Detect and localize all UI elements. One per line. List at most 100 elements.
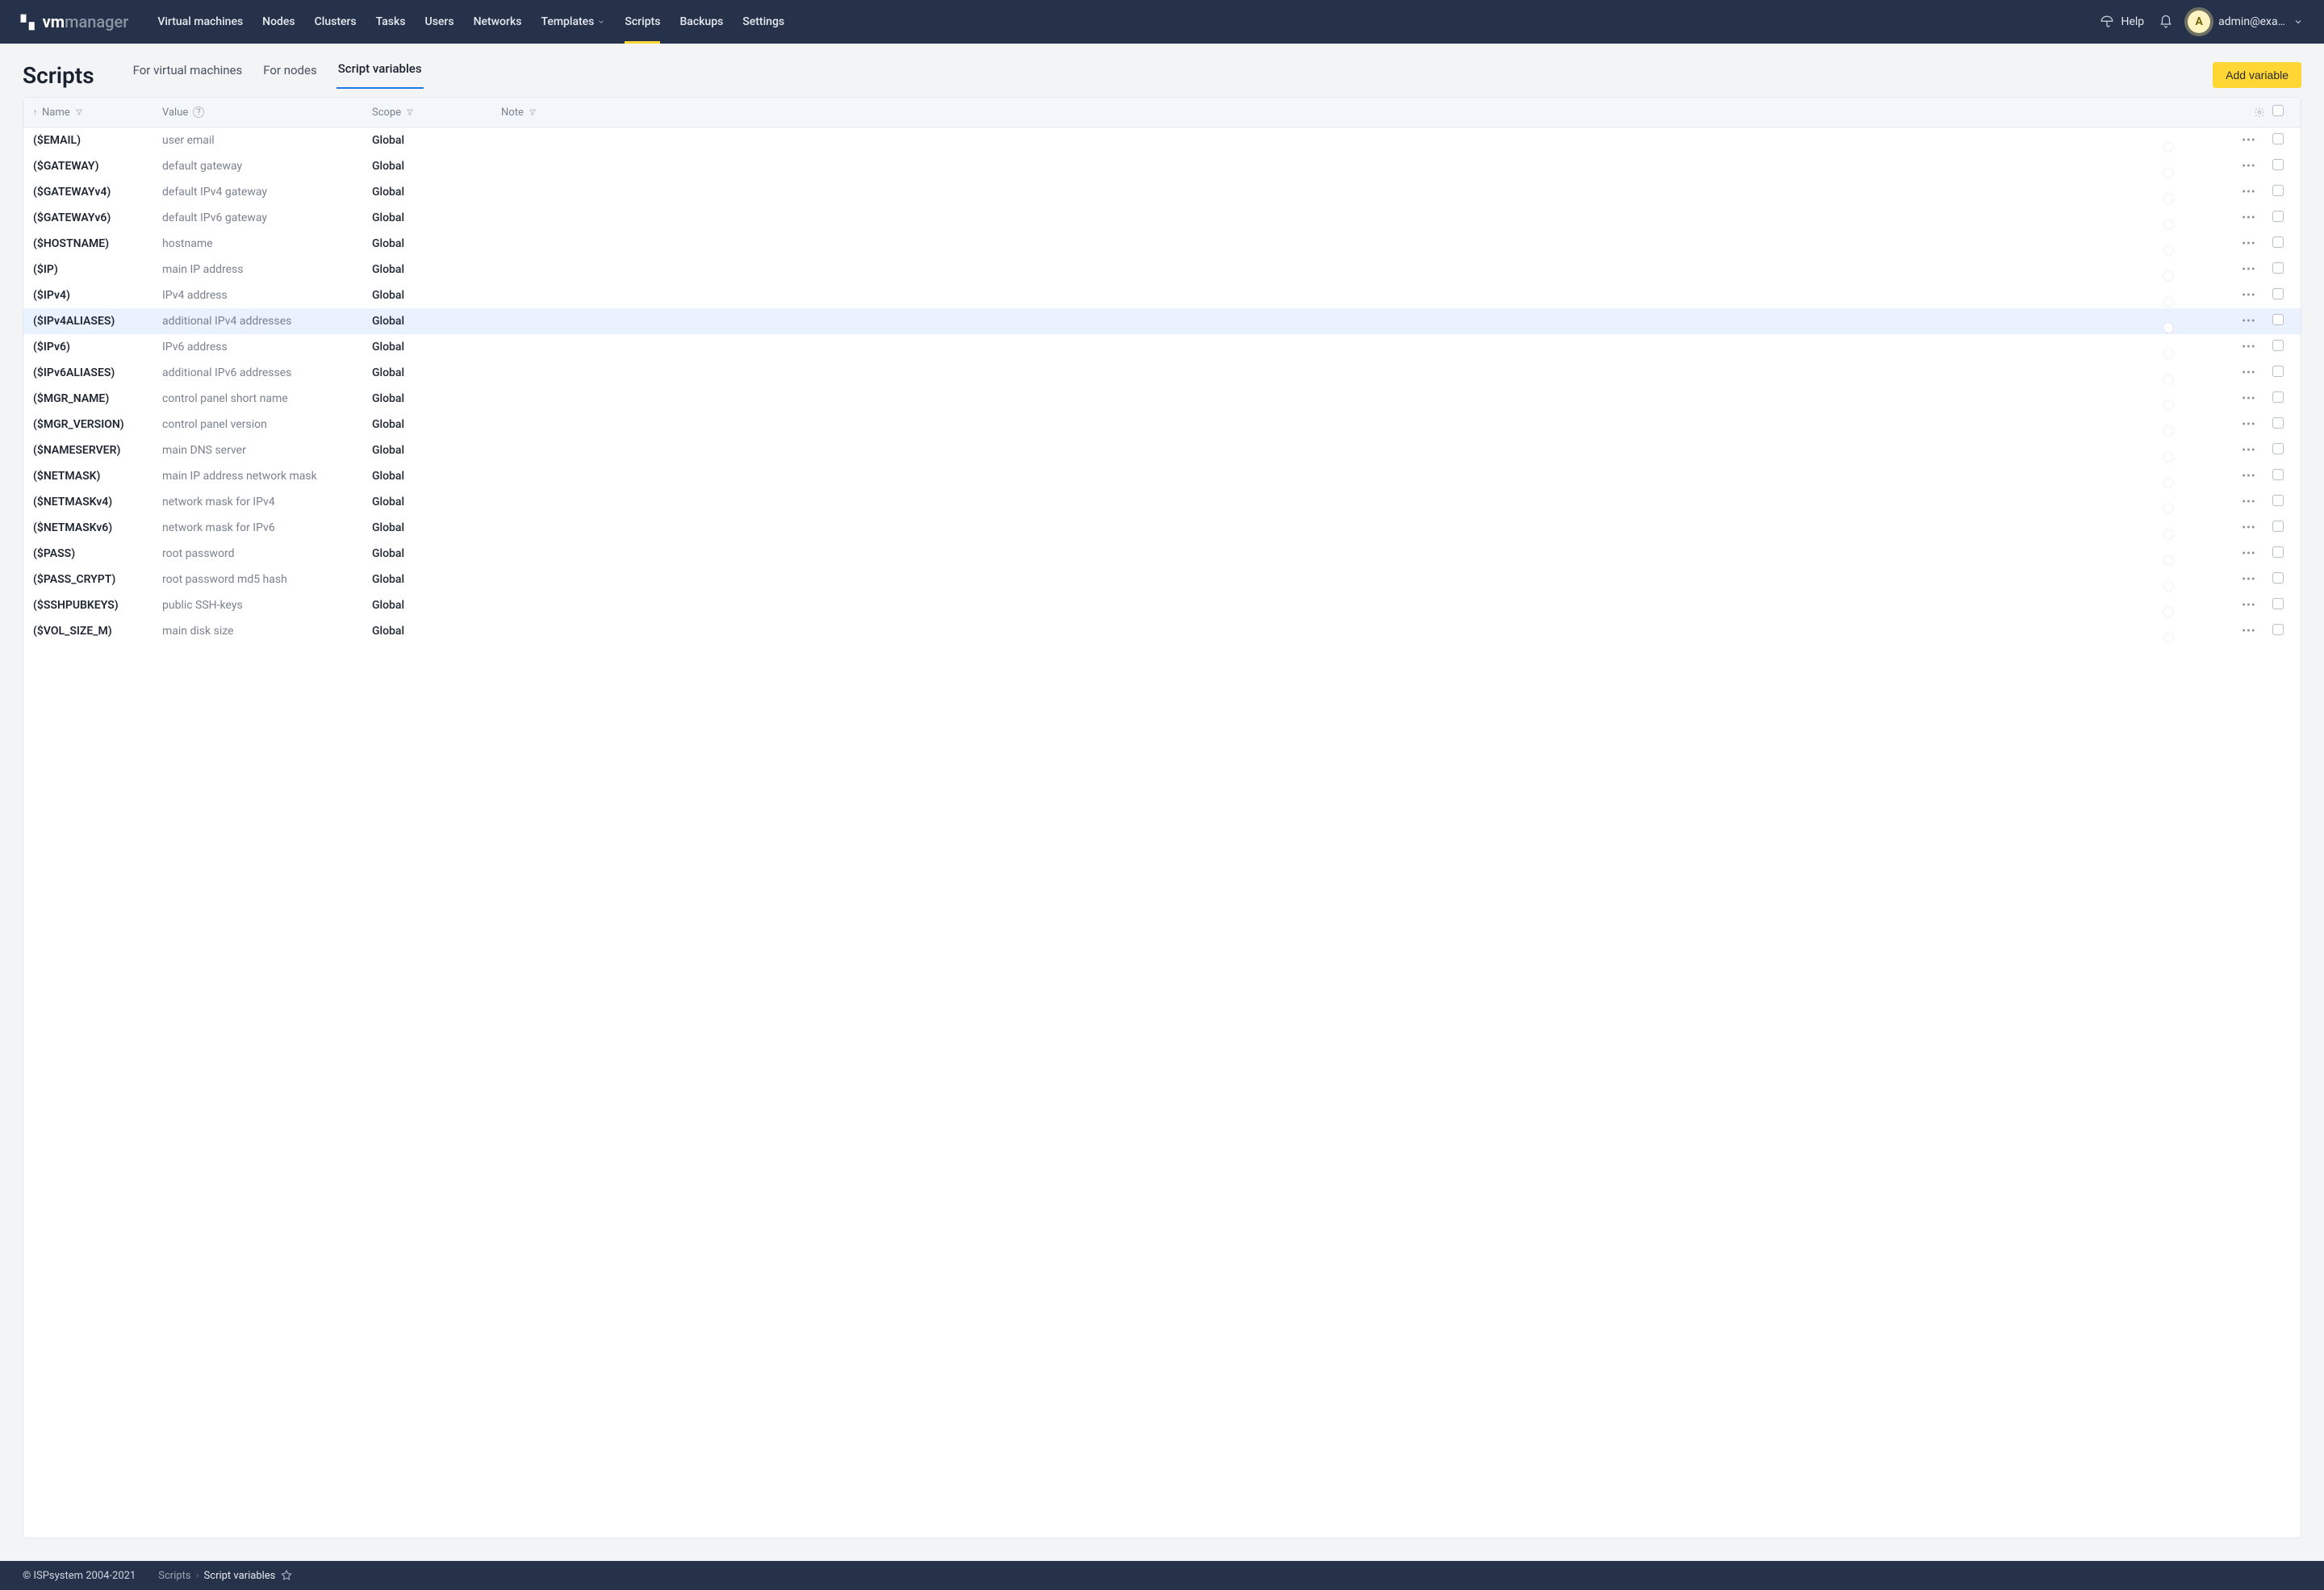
nav-label: Settings xyxy=(742,15,784,28)
row-checkbox[interactable] xyxy=(2272,340,2284,351)
table-row[interactable]: ($VOL_SIZE_M)main disk sizeGlobal••• xyxy=(23,618,2301,644)
tab-script-variables[interactable]: Script variables xyxy=(336,61,424,89)
nav-item-scripts[interactable]: Scripts xyxy=(615,0,670,44)
row-checkbox[interactable] xyxy=(2272,185,2284,196)
row-checkbox[interactable] xyxy=(2272,572,2284,584)
row-actions-button[interactable]: ••• xyxy=(2233,289,2265,302)
nav-item-users[interactable]: Users xyxy=(416,0,464,44)
row-actions-button[interactable]: ••• xyxy=(2233,547,2265,560)
table-row[interactable]: ($NETMASKv4)network mask for IPv4Global•… xyxy=(23,489,2301,515)
table-row[interactable]: ($MGR_NAME)control panel short nameGloba… xyxy=(23,386,2301,412)
row-actions-button[interactable]: ••• xyxy=(2233,599,2265,612)
col-name[interactable]: ↑ Name xyxy=(33,107,162,119)
row-actions-button[interactable]: ••• xyxy=(2233,186,2265,199)
table-settings-button[interactable] xyxy=(2254,107,2265,118)
table-row[interactable]: ($NAMESERVER)main DNS serverGlobal••• xyxy=(23,437,2301,463)
nav-item-settings[interactable]: Settings xyxy=(733,0,794,44)
cell-name: ($NETMASKv6) xyxy=(33,521,162,534)
notifications-button[interactable] xyxy=(2159,15,2173,29)
row-checkbox[interactable] xyxy=(2272,159,2284,170)
row-actions-button[interactable]: ••• xyxy=(2233,341,2265,354)
table-row[interactable]: ($GATEWAYv6)default IPv6 gatewayGlobal••… xyxy=(23,205,2301,231)
tab-for-virtual-machines[interactable]: For virtual machines xyxy=(132,63,245,89)
nav-label: Clusters xyxy=(315,15,357,28)
row-checkbox[interactable] xyxy=(2272,469,2284,480)
cell-name: ($HOSTNAME) xyxy=(33,237,162,250)
favorite-button[interactable] xyxy=(280,1569,293,1582)
row-actions-button[interactable]: ••• xyxy=(2233,573,2265,586)
row-actions-button[interactable]: ••• xyxy=(2233,160,2265,173)
cell-name: ($PASS_CRYPT) xyxy=(33,573,162,586)
cell-value: default IPv4 gateway xyxy=(162,186,372,199)
nav-item-clusters[interactable]: Clusters xyxy=(305,0,366,44)
row-checkbox[interactable] xyxy=(2272,262,2284,274)
row-actions-button[interactable]: ••• xyxy=(2233,366,2265,379)
tab-for-nodes[interactable]: For nodes xyxy=(261,63,319,89)
row-checkbox[interactable] xyxy=(2272,366,2284,377)
add-variable-button[interactable]: Add variable xyxy=(2213,62,2301,88)
row-actions-button[interactable]: ••• xyxy=(2233,263,2265,276)
row-checkbox[interactable] xyxy=(2272,624,2284,635)
table-row[interactable]: ($EMAIL)user emailGlobal••• xyxy=(23,128,2301,153)
row-actions-button[interactable]: ••• xyxy=(2233,444,2265,457)
row-checkbox[interactable] xyxy=(2272,133,2284,144)
user-menu[interactable]: A admin@exa… xyxy=(2188,10,2303,33)
row-checkbox[interactable] xyxy=(2272,521,2284,532)
cell-name: ($GATEWAY) xyxy=(33,160,162,173)
filter-icon[interactable] xyxy=(406,108,414,116)
row-actions-button[interactable]: ••• xyxy=(2233,392,2265,405)
row-checkbox[interactable] xyxy=(2272,598,2284,609)
col-scope[interactable]: Scope xyxy=(372,107,501,119)
nav-item-tasks[interactable]: Tasks xyxy=(366,0,416,44)
row-actions-button[interactable]: ••• xyxy=(2233,211,2265,224)
table-row[interactable]: ($SSHPUBKEYS)public SSH-keysGlobal••• xyxy=(23,592,2301,618)
nav-item-virtual-machines[interactable]: Virtual machines xyxy=(148,0,253,44)
row-checkbox[interactable] xyxy=(2272,443,2284,454)
filter-icon[interactable] xyxy=(75,108,83,116)
row-checkbox[interactable] xyxy=(2272,495,2284,506)
cell-name: ($GATEWAYv6) xyxy=(33,211,162,224)
table-row[interactable]: ($IPv4)IPv4 addressGlobal••• xyxy=(23,282,2301,308)
row-actions-button[interactable]: ••• xyxy=(2233,237,2265,250)
row-checkbox[interactable] xyxy=(2272,314,2284,325)
nav-item-networks[interactable]: Networks xyxy=(464,0,532,44)
row-actions-button[interactable]: ••• xyxy=(2233,496,2265,508)
table-row[interactable]: ($HOSTNAME)hostnameGlobal••• xyxy=(23,231,2301,257)
nav-item-nodes[interactable]: Nodes xyxy=(253,0,304,44)
nav-item-templates[interactable]: Templates xyxy=(531,0,615,44)
table-row[interactable]: ($GATEWAYv4)default IPv4 gatewayGlobal••… xyxy=(23,179,2301,205)
col-note[interactable]: Note xyxy=(501,107,2175,119)
row-actions-button[interactable]: ••• xyxy=(2233,418,2265,431)
main-nav: Virtual machinesNodes Clusters TasksUsersN… xyxy=(148,0,794,44)
select-all-checkbox[interactable] xyxy=(2272,105,2284,116)
table-row[interactable]: ($MGR_VERSION)control panel versionGloba… xyxy=(23,412,2301,437)
table-row[interactable]: ($NETMASK)main IP address network maskGl… xyxy=(23,463,2301,489)
row-actions-button[interactable]: ••• xyxy=(2233,315,2265,328)
cell-value: main IP address network mask xyxy=(162,470,372,483)
cell-scope: Global xyxy=(372,366,501,379)
table-row[interactable]: ($GATEWAY)default gatewayGlobal••• xyxy=(23,153,2301,179)
table-row[interactable]: ($PASS_CRYPT)root password md5 hashGloba… xyxy=(23,567,2301,592)
table-row[interactable]: ($NETMASKv6)network mask for IPv6Global•… xyxy=(23,515,2301,541)
help-link[interactable]: Help xyxy=(2100,15,2144,29)
filter-icon[interactable] xyxy=(529,108,537,116)
table-row[interactable]: ($PASS)root passwordGlobal••• xyxy=(23,541,2301,567)
table-row[interactable]: ($IP)main IP addressGlobal••• xyxy=(23,257,2301,282)
row-actions-button[interactable]: ••• xyxy=(2233,134,2265,147)
row-checkbox[interactable] xyxy=(2272,391,2284,403)
row-checkbox[interactable] xyxy=(2272,211,2284,222)
col-value[interactable]: Value ? xyxy=(162,107,372,119)
help-icon[interactable]: ? xyxy=(193,107,204,118)
row-checkbox[interactable] xyxy=(2272,417,2284,429)
table-row[interactable]: ($IPv6ALIASES)additional IPv6 addressesG… xyxy=(23,360,2301,386)
row-actions-button[interactable]: ••• xyxy=(2233,625,2265,638)
row-actions-button[interactable]: ••• xyxy=(2233,470,2265,483)
row-checkbox[interactable] xyxy=(2272,288,2284,299)
breadcrumb-root[interactable]: Scripts xyxy=(158,1570,190,1582)
row-actions-button[interactable]: ••• xyxy=(2233,521,2265,534)
table-row[interactable]: ($IPv6)IPv6 addressGlobal••• xyxy=(23,334,2301,360)
row-checkbox[interactable] xyxy=(2272,236,2284,248)
table-row[interactable]: ($IPv4ALIASES)additional IPv4 addressesG… xyxy=(23,308,2301,334)
nav-item-backups[interactable]: Backups xyxy=(670,0,733,44)
row-checkbox[interactable] xyxy=(2272,546,2284,558)
